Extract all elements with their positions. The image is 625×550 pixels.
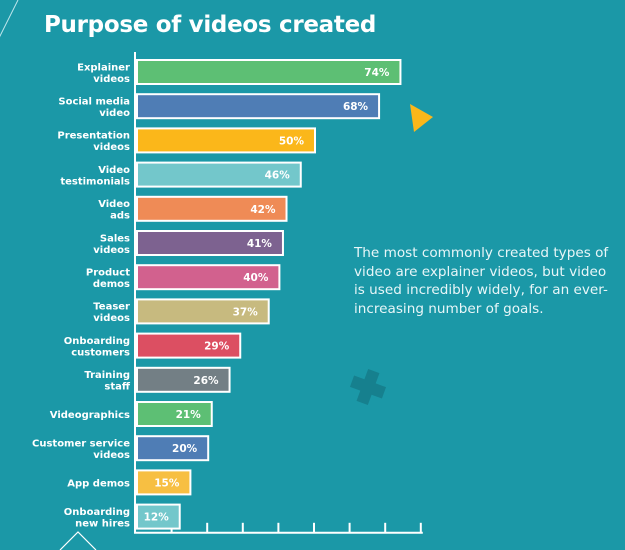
data-label: 26%	[193, 375, 219, 387]
category-label: Presentation	[57, 131, 130, 142]
category-label: Sales	[100, 233, 130, 244]
category-label: Explainer	[77, 62, 130, 73]
category-label: Social media	[58, 96, 130, 107]
category-label: new hires	[75, 518, 130, 529]
category-label: videos	[93, 245, 130, 256]
bottom-triangle-decoration-icon	[59, 531, 97, 550]
category-label: customers	[71, 347, 130, 358]
category-label: Videographics	[50, 410, 130, 421]
category-label: testimonials	[60, 176, 130, 187]
data-label: 68%	[343, 101, 369, 113]
category-label: ads	[110, 211, 130, 222]
category-label: Video	[98, 199, 130, 210]
triangle-decoration-icon	[410, 104, 433, 132]
category-label: videos	[93, 450, 130, 461]
bar	[136, 59, 402, 85]
category-label: demos	[93, 279, 130, 290]
data-label: 46%	[265, 170, 291, 182]
category-label: Onboarding	[64, 336, 130, 347]
category-label: Video	[98, 165, 130, 176]
data-label: 40%	[243, 272, 269, 284]
data-label: 37%	[233, 306, 259, 318]
category-label: Onboarding	[64, 507, 130, 518]
category-label: staff	[104, 382, 130, 393]
category-label: Teaser	[93, 302, 130, 313]
category-label: videos	[93, 313, 130, 324]
cross-shape	[349, 368, 387, 406]
category-label: Customer service	[32, 438, 130, 449]
data-label: 12%	[144, 512, 170, 524]
data-label: 41%	[247, 238, 273, 250]
category-label: video	[99, 108, 130, 119]
category-label: App demos	[67, 478, 130, 489]
data-label: 50%	[279, 135, 305, 147]
data-label: 29%	[204, 341, 230, 353]
data-label: 20%	[172, 443, 198, 455]
data-label: 42%	[250, 204, 276, 216]
cross-decoration-icon	[349, 368, 387, 406]
chart-caption: The most commonly created types of video…	[354, 245, 609, 317]
data-label: 15%	[154, 477, 180, 489]
category-label: videos	[93, 74, 130, 85]
category-label: videos	[93, 142, 130, 153]
category-label: Product	[86, 267, 130, 278]
data-label: 21%	[176, 409, 202, 421]
corner-line-decoration	[0, 0, 19, 38]
category-label: Training	[84, 370, 130, 381]
data-label: 74%	[364, 67, 390, 79]
